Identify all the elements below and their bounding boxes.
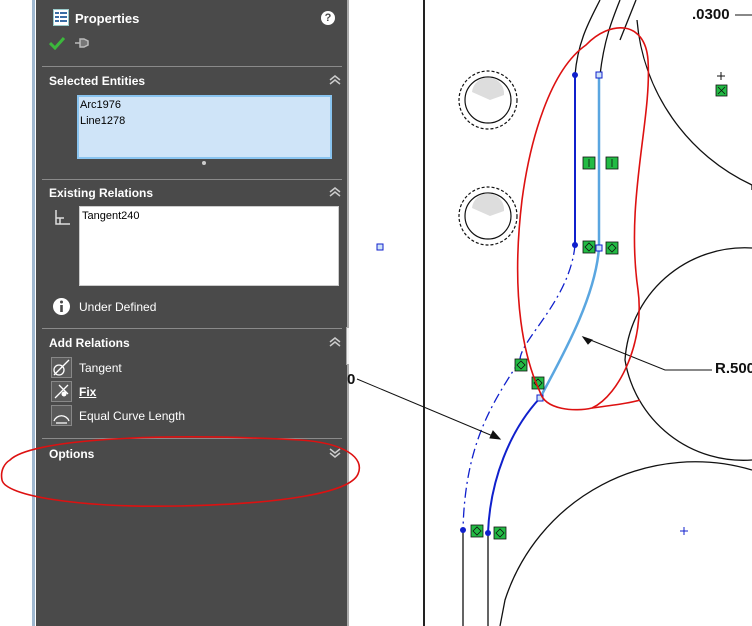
dimension-leaders: [356, 14, 752, 440]
solidworks-window: Properties ? Selected Entities Arc1976 L…: [0, 0, 752, 626]
sheet-border-line: [423, 0, 425, 626]
origin-markers: [680, 72, 725, 535]
red-annotations: [0, 27, 650, 508]
dimension-radius[interactable]: R.5000: [715, 360, 752, 377]
hole-bottom: [458, 186, 518, 246]
endpoint-markers: [376, 71, 603, 402]
hole-top: [458, 70, 518, 130]
sketch-blue-lines: [462, 75, 601, 534]
dimension-left[interactable]: 0: [347, 371, 355, 388]
dimension-top[interactable]: .0300: [692, 6, 730, 23]
sketch-drawing: [0, 0, 752, 626]
